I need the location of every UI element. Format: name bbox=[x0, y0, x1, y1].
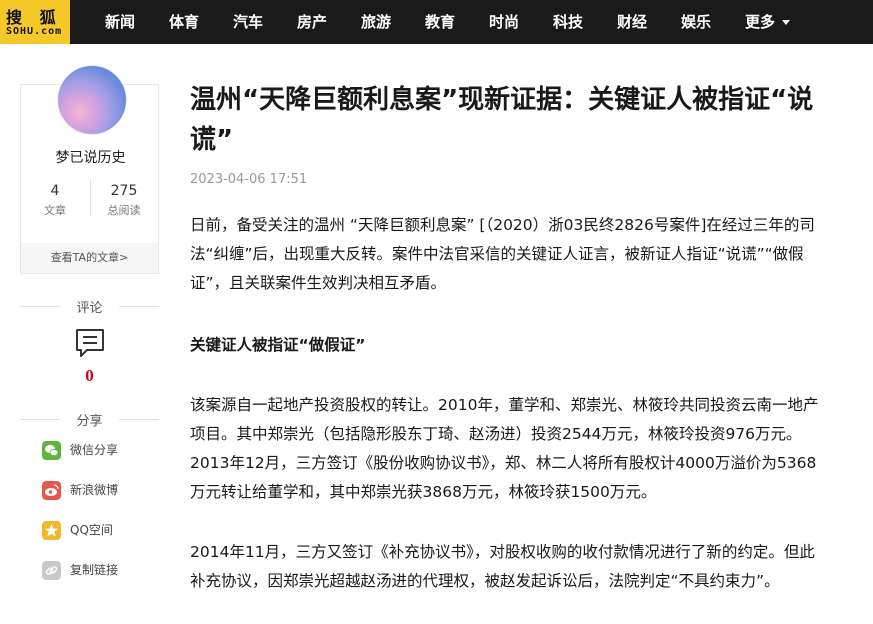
nav-item-sports[interactable]: 体育 bbox=[169, 0, 199, 44]
sohu-logo[interactable]: 搜 狐 SOHU.com bbox=[0, 0, 70, 44]
nav-item-fashion[interactable]: 时尚 bbox=[489, 0, 519, 44]
nav-item-finance[interactable]: 财经 bbox=[617, 0, 647, 44]
nav-more-label: 更多 bbox=[745, 13, 776, 31]
articles-label: 文章 bbox=[44, 204, 66, 217]
author-name[interactable]: 梦已说历史 bbox=[21, 147, 160, 167]
articles-count: 4 bbox=[50, 183, 60, 199]
share-section-title: 分享 bbox=[20, 410, 159, 429]
nav-item-travel[interactable]: 旅游 bbox=[361, 0, 391, 44]
reads-count: 275 bbox=[110, 183, 138, 199]
nav-item-house[interactable]: 房产 bbox=[297, 0, 327, 44]
nav-item-education[interactable]: 教育 bbox=[425, 0, 455, 44]
chevron-down-icon bbox=[782, 20, 791, 25]
divider bbox=[119, 419, 159, 420]
wechat-icon bbox=[42, 441, 61, 460]
stat-reads: 275 总阅读 bbox=[90, 183, 158, 218]
author-card: 梦已说历史 4 文章 275 总阅读 查看TA的文章> bbox=[20, 65, 160, 274]
qzone-icon bbox=[42, 521, 61, 540]
article-paragraph: 该案源自一起地产投资股权的转让。2010年，董学和、郑崇光、林筱玲共同投资云南一… bbox=[190, 396, 819, 501]
nav-item-more[interactable]: 更多 bbox=[745, 0, 791, 44]
share-label: 分享 bbox=[76, 414, 103, 429]
article-title: 温州“天降巨额利息案”现新证据：关键证人被指证“说谎” bbox=[190, 85, 814, 155]
logo-text-en: SOHU.com bbox=[6, 26, 63, 37]
article-subheading: 关键证人被指证“做假证” bbox=[190, 336, 366, 354]
divider bbox=[20, 306, 60, 307]
nav-item-entertainment[interactable]: 娱乐 bbox=[681, 0, 711, 44]
comments-label: 评论 bbox=[76, 301, 103, 316]
article-paragraph: 日前，备受关注的温州 “天降巨额利息案” [（2020）浙03民终2826号案件… bbox=[190, 216, 815, 292]
share-weibo-label: 新浪微博 bbox=[70, 483, 119, 497]
article-paragraph: 2014年11月，三方又签订《补充协议书》，对股权收购的收付款情况进行了新的约定… bbox=[190, 543, 815, 590]
divider bbox=[119, 306, 159, 307]
link-icon bbox=[42, 561, 61, 580]
logo-text-cn: 搜 狐 bbox=[6, 8, 62, 27]
share-qzone-label: QQ空间 bbox=[70, 523, 113, 537]
avatar[interactable] bbox=[57, 65, 127, 135]
comment-count[interactable]: 0 bbox=[20, 366, 159, 386]
publish-time: 2023-04-06 17:51 bbox=[190, 172, 308, 187]
view-articles-link[interactable]: 查看TA的文章> bbox=[21, 243, 158, 273]
nav-item-auto[interactable]: 汽车 bbox=[233, 0, 263, 44]
weibo-icon bbox=[42, 481, 61, 500]
stat-articles: 4 文章 bbox=[21, 183, 89, 218]
divider bbox=[20, 419, 60, 420]
comment-icon[interactable] bbox=[75, 328, 105, 358]
nav-item-tech[interactable]: 科技 bbox=[553, 0, 583, 44]
nav-item-news[interactable]: 新闻 bbox=[105, 0, 135, 44]
comments-section-title: 评论 bbox=[20, 297, 159, 316]
copy-link-label: 复制链接 bbox=[70, 563, 119, 577]
reads-label: 总阅读 bbox=[107, 204, 141, 217]
share-wechat-label: 微信分享 bbox=[70, 443, 119, 457]
top-nav-bar: 搜 狐 SOHU.com 新闻 体育 汽车 房产 旅游 教育 时尚 科技 财经 … bbox=[0, 0, 873, 44]
